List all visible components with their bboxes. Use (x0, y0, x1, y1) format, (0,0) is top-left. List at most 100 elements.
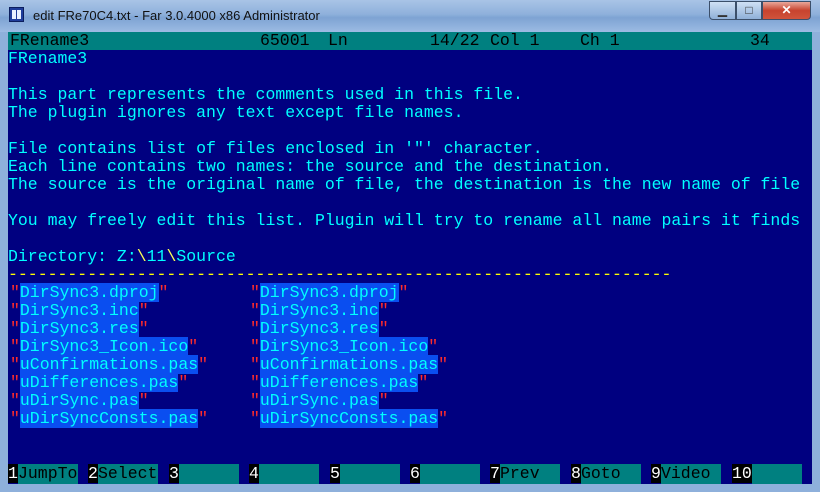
source-entry: "DirSync3_Icon.ico" (10, 337, 198, 356)
text-line-comment-2[interactable]: The plugin ignores any text except file … (8, 104, 463, 122)
quote-mark: " (418, 373, 429, 392)
source-filename: uConfirmations.pas (19, 355, 199, 374)
fkey-label: Goto (581, 464, 641, 484)
directory-drive: Z: (116, 247, 137, 266)
fkey-number: 3 (169, 464, 179, 483)
destination-entry: "uConfirmations.pas" (250, 355, 449, 374)
function-key-bar: 1 JumpTo 2 Select 3 4 5 6 7 Prev 8 Goto 9 Video 10 (8, 464, 812, 484)
fkey-3[interactable]: 3 (169, 464, 249, 484)
status-char: Ch 1 (580, 32, 620, 50)
fkey-label (420, 464, 480, 484)
destination-entry: "uDirSync.pas" (250, 391, 389, 410)
fkey-2[interactable]: 2 Select (88, 464, 168, 484)
fkey-number: 5 (330, 464, 340, 483)
fkey-number: 8 (571, 464, 581, 483)
fkey-label (179, 464, 239, 484)
source-filename: DirSync3.res (19, 319, 139, 338)
quote-mark: " (250, 337, 260, 356)
window-titlebar[interactable]: edit FRe70C4.txt - Far 3.0.4000 x86 Admi… (0, 0, 820, 32)
quote-mark: " (10, 301, 20, 320)
fkey-8[interactable]: 8 Goto (571, 464, 651, 484)
quote-mark: " (138, 301, 149, 320)
quote-mark: " (438, 409, 449, 428)
fkey-label: Select (98, 464, 158, 484)
quote-mark: " (250, 319, 260, 338)
quote-mark: " (10, 283, 20, 302)
destination-filename: uDirSyncConsts.pas (259, 409, 439, 428)
quote-mark: " (198, 355, 209, 374)
fkey-6[interactable]: 6 (410, 464, 490, 484)
close-icon: ✕ (781, 3, 792, 17)
source-entry: "DirSync3.res" (10, 319, 149, 338)
fkey-number: 1 (8, 464, 18, 483)
source-entry: "uConfirmations.pas" (10, 355, 209, 374)
far-app-icon[interactable] (9, 7, 24, 22)
quote-mark: " (138, 319, 149, 338)
divider-line: ----------------------------------------… (8, 265, 672, 284)
editor-status-bar: FRename3 65001 Ln 14/22 Col 1 Ch 1 34 (8, 32, 812, 50)
quote-mark: " (378, 319, 389, 338)
destination-filename: uDifferences.pas (259, 373, 419, 392)
text-line-comment-3[interactable]: File contains list of files enclosed in … (8, 140, 543, 158)
fkey-1[interactable]: 1 JumpTo (8, 464, 88, 484)
destination-entry: "DirSync3_Icon.ico" (250, 337, 439, 356)
fkey-9[interactable]: 9 Video (651, 464, 731, 484)
quote-mark: " (158, 283, 169, 302)
quote-mark: " (438, 355, 449, 374)
destination-filename: DirSync3_Icon.ico (259, 337, 429, 356)
source-filename: uDirSyncConsts.pas (19, 409, 199, 428)
directory-separator: \ (136, 247, 147, 266)
fkey-7[interactable]: 7 Prev (490, 464, 570, 484)
text-line-comment-1[interactable]: This part represents the comments used i… (8, 86, 523, 104)
quote-mark: " (10, 391, 20, 410)
fkey-number: 2 (88, 464, 98, 483)
fkey-5[interactable]: 5 (330, 464, 410, 484)
status-codepage: 65001 (260, 32, 310, 50)
quote-mark: " (10, 373, 20, 392)
quote-mark: " (138, 391, 149, 410)
directory-line[interactable]: Directory: Z:\11\Source (8, 248, 236, 266)
directory-label: Directory: (8, 247, 117, 266)
quote-mark: " (428, 337, 439, 356)
source-entry: "uDirSyncConsts.pas" (10, 409, 209, 428)
fkey-label (752, 464, 802, 484)
text-line-title[interactable]: FRename3 (8, 50, 87, 68)
quote-mark: " (250, 373, 260, 392)
maximize-icon: □ (745, 3, 753, 17)
fkey-label: Prev (500, 464, 560, 484)
text-line-comment-5[interactable]: The source is the original name of file,… (8, 176, 800, 194)
fkey-10[interactable]: 10 (732, 464, 812, 484)
minimize-button[interactable]: ▁ (709, 1, 736, 20)
close-button[interactable]: ✕ (762, 1, 811, 20)
fkey-number: 4 (249, 464, 259, 483)
quote-mark: " (250, 409, 260, 428)
fkey-number: 7 (490, 464, 500, 483)
quote-mark: " (250, 355, 260, 374)
fkey-number: 9 (651, 464, 661, 483)
quote-mark: " (178, 373, 189, 392)
source-entry: "uDifferences.pas" (10, 373, 189, 392)
destination-entry: "DirSync3.dproj" (250, 283, 409, 302)
minimize-icon: ▁ (717, 3, 728, 17)
source-entry: "DirSync3.dproj" (10, 283, 169, 302)
quote-mark: " (250, 301, 260, 320)
quote-mark: " (198, 409, 209, 428)
text-line-comment-4[interactable]: Each line contains two names: the source… (8, 158, 612, 176)
maximize-button[interactable]: □ (736, 1, 762, 20)
quote-mark: " (250, 283, 260, 302)
quote-mark: " (250, 391, 260, 410)
source-filename: DirSync3.dproj (19, 283, 159, 302)
editor-console[interactable]: FRename3 65001 Ln 14/22 Col 1 Ch 1 34 FR… (8, 32, 812, 484)
destination-filename: DirSync3.dproj (259, 283, 399, 302)
quote-mark: " (398, 283, 409, 302)
source-filename: DirSync3.inc (19, 301, 139, 320)
fkey-4[interactable]: 4 (249, 464, 329, 484)
window-frame-bottom (0, 484, 820, 492)
source-filename: uDifferences.pas (19, 373, 179, 392)
destination-filename: DirSync3.res (259, 319, 379, 338)
fkey-label: JumpTo (18, 464, 78, 484)
source-entry: "DirSync3.inc" (10, 301, 149, 320)
text-line-comment-6[interactable]: You may freely edit this list. Plugin wi… (8, 212, 800, 230)
quote-mark: " (10, 355, 20, 374)
fkey-label (259, 464, 319, 484)
